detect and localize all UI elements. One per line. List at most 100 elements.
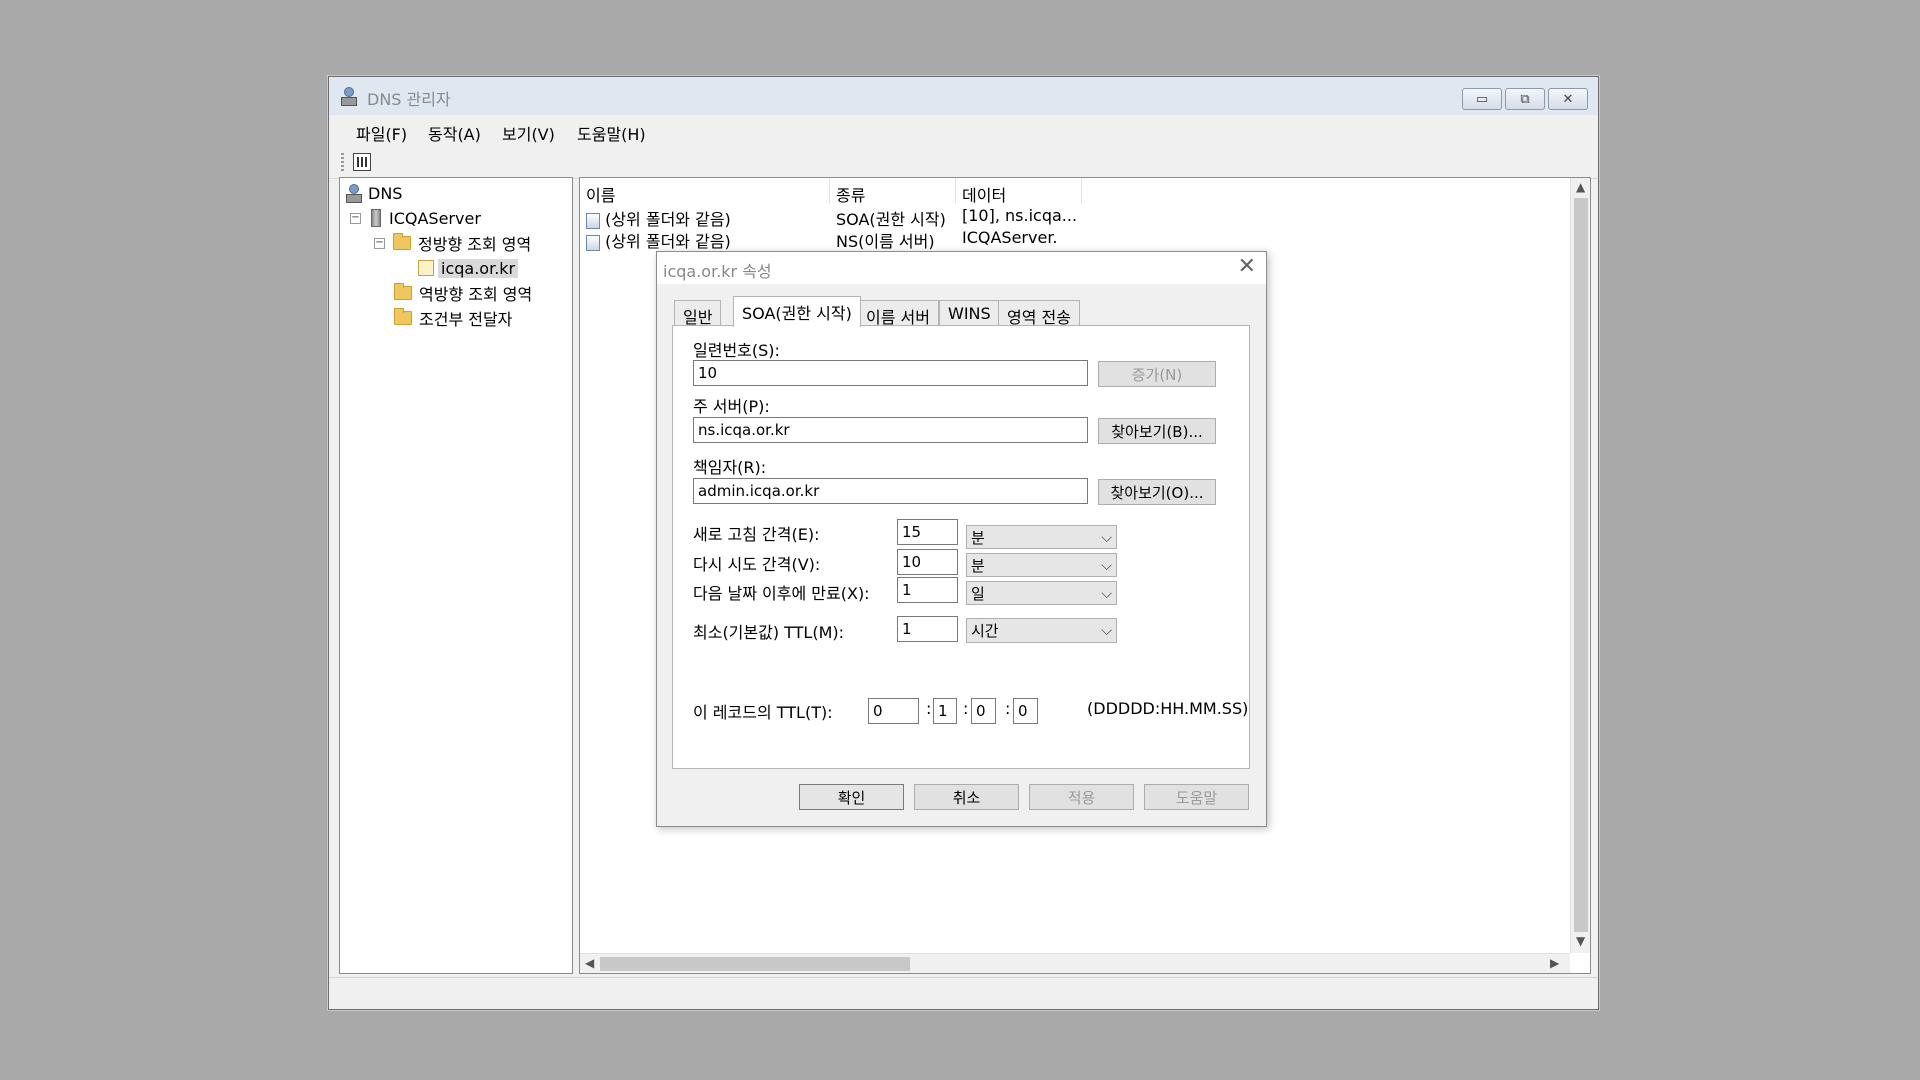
refresh-interval-label: 새로 고침 간격(E): [693, 525, 820, 544]
vertical-scrollbar[interactable]: ▲ ▼ [1570, 178, 1590, 953]
tree-label: icqa.or.kr [438, 258, 519, 278]
folder-icon [394, 283, 412, 300]
scroll-down-icon[interactable]: ▼ [1576, 934, 1585, 948]
horizontal-scroll-thumb[interactable] [600, 957, 910, 971]
toolbar-grip [341, 153, 344, 171]
ttl-days-field[interactable]: 0 [868, 698, 919, 724]
record-icon [586, 212, 600, 229]
tree-label: 정방향 조회 영역 [418, 235, 532, 254]
chevron-down-icon: ⌵ [1101, 558, 1112, 574]
dialog-title-bar: icqa.or.kr 속성 ✕ [657, 252, 1266, 284]
tab-soa[interactable]: SOA(권한 시작) [733, 296, 861, 327]
tree-label: 조건부 전달자 [419, 310, 513, 329]
vertical-scroll-thumb[interactable] [1574, 198, 1588, 932]
dialog-title: icqa.or.kr 속성 [663, 262, 772, 281]
tree-item-dns[interactable]: DNS [346, 182, 402, 204]
zone-properties-dialog: icqa.or.kr 속성 ✕ 일반 SOA(권한 시작) 이름 서버 WINS… [656, 251, 1267, 827]
retry-unit-select[interactable]: 분 ⌵ [966, 553, 1117, 577]
record-type: SOA(권한 시작) [836, 210, 946, 229]
server-icon [371, 209, 381, 227]
ttl-separator: : [1005, 699, 1011, 718]
minimum-ttl-unit-select[interactable]: 시간 ⌵ [966, 618, 1117, 643]
browse-primary-server-button[interactable]: 찾아보기(B)... [1098, 418, 1216, 444]
record-data: ICQAServer. [962, 228, 1058, 247]
retry-interval-label: 다시 시도 간격(V): [693, 555, 821, 574]
minimum-ttl-field[interactable]: 1 [897, 616, 958, 642]
scroll-left-icon[interactable]: ◀ [585, 956, 594, 970]
column-header-data[interactable]: 데이터 [956, 178, 1082, 205]
refresh-interval-field[interactable]: 15 [897, 519, 958, 545]
menu-view[interactable]: 보기(V) [502, 121, 555, 145]
tree-item-reverse-zones[interactable]: 역방향 조회 영역 [394, 282, 532, 304]
record-name: (상위 폴더와 같음) [605, 210, 731, 229]
retry-unit-value: 분 [971, 557, 985, 575]
refresh-unit-select[interactable]: 분 ⌵ [966, 525, 1117, 549]
chevron-down-icon: ⌵ [1101, 586, 1112, 602]
increment-button[interactable]: 증가(N) [1098, 361, 1216, 387]
menu-bar: 파일(F) 동작(A) 보기(V) 도움말(H) [329, 115, 1598, 145]
ttl-separator: : [926, 699, 932, 718]
expire-after-field[interactable]: 1 [897, 577, 958, 603]
browse-responsible-button[interactable]: 찾아보기(O)... [1098, 479, 1216, 505]
refresh-unit-value: 분 [971, 529, 985, 547]
tab-general[interactable]: 일반 [674, 300, 722, 327]
dns-icon [346, 184, 362, 203]
tree-label: ICQAServer [389, 208, 481, 228]
console-tree: DNS − ICQAServer − 정방향 조회 영역 icqa.or.kr … [339, 177, 573, 974]
ttl-separator: : [963, 699, 969, 718]
retry-interval-field[interactable]: 10 [897, 549, 958, 575]
record-type: NS(이름 서버) [836, 232, 935, 251]
status-bar [329, 977, 1598, 1009]
tab-wins[interactable]: WINS [939, 300, 1000, 326]
ttl-seconds-field[interactable]: 0 [1013, 698, 1038, 724]
apply-button[interactable]: 적용 [1029, 784, 1134, 810]
serial-label: 일련번호(S): [693, 341, 780, 360]
scroll-right-icon[interactable]: ▶ [1550, 956, 1559, 970]
cancel-button[interactable]: 취소 [914, 784, 1019, 810]
serial-number-field[interactable]: 10 [693, 360, 1088, 386]
soa-tab-panel: 일련번호(S): 10 증가(N) 주 서버(P): ns.icqa.or.kr… [672, 325, 1250, 769]
menu-action[interactable]: 동작(A) [428, 121, 481, 145]
tree-item-forward-zones[interactable]: − 정방향 조회 영역 [374, 232, 531, 254]
tree-label: 역방향 조회 영역 [419, 285, 533, 304]
primary-server-label: 주 서버(P): [693, 397, 770, 416]
folder-icon [394, 308, 412, 325]
help-button[interactable]: 도움말 [1144, 784, 1249, 810]
console-tree-icon[interactable] [353, 153, 371, 171]
horizontal-scrollbar[interactable]: ◀ ▶ [580, 953, 1570, 973]
chevron-down-icon: ⌵ [1101, 530, 1112, 546]
chevron-down-icon: ⌵ [1101, 623, 1112, 639]
expire-unit-value: 일 [971, 585, 985, 603]
maximize-button[interactable]: ⧉ [1505, 88, 1545, 110]
zone-icon [418, 260, 434, 276]
title-bar: DNS 관리자 ▭ ⧉ ✕ [329, 77, 1598, 115]
collapse-icon[interactable]: − [374, 237, 385, 249]
close-button[interactable]: ✕ [1548, 88, 1588, 110]
minimum-ttl-unit-value: 시간 [971, 622, 999, 640]
tree-label: DNS [368, 183, 403, 203]
minimize-button[interactable]: ▭ [1462, 88, 1502, 110]
tree-item-conditional-forwarders[interactable]: 조건부 전달자 [394, 307, 512, 329]
scroll-up-icon[interactable]: ▲ [1576, 180, 1585, 194]
minimum-ttl-label: 최소(기본값) TTL(M): [693, 623, 845, 642]
window-title: DNS 관리자 [367, 90, 451, 109]
ttl-format-hint: (DDDDD:HH.MM.SS) [1087, 699, 1249, 718]
primary-server-field[interactable]: ns.icqa.or.kr [693, 417, 1088, 443]
tab-zone-transfers[interactable]: 영역 전송 [998, 300, 1080, 327]
tree-item-server[interactable]: − ICQAServer [350, 207, 481, 229]
dialog-close-icon[interactable]: ✕ [1238, 254, 1256, 279]
responsible-person-field[interactable]: admin.icqa.or.kr [693, 478, 1088, 504]
ttl-minutes-field[interactable]: 0 [971, 698, 996, 724]
dns-app-icon [341, 87, 357, 106]
collapse-icon[interactable]: − [350, 212, 361, 224]
menu-file[interactable]: 파일(F) [356, 121, 407, 145]
column-header-name[interactable]: 이름 [580, 178, 830, 205]
expire-unit-select[interactable]: 일 ⌵ [966, 581, 1117, 605]
tab-name-servers[interactable]: 이름 서버 [857, 300, 939, 327]
record-ttl-label: 이 레코드의 TTL(T): [693, 703, 833, 722]
ttl-hours-field[interactable]: 1 [933, 698, 957, 724]
ok-button[interactable]: 확인 [799, 784, 904, 810]
tree-item-zone-icqa[interactable]: icqa.or.kr [418, 257, 519, 279]
column-header-type[interactable]: 종류 [830, 178, 956, 205]
menu-help[interactable]: 도움말(H) [577, 121, 646, 145]
